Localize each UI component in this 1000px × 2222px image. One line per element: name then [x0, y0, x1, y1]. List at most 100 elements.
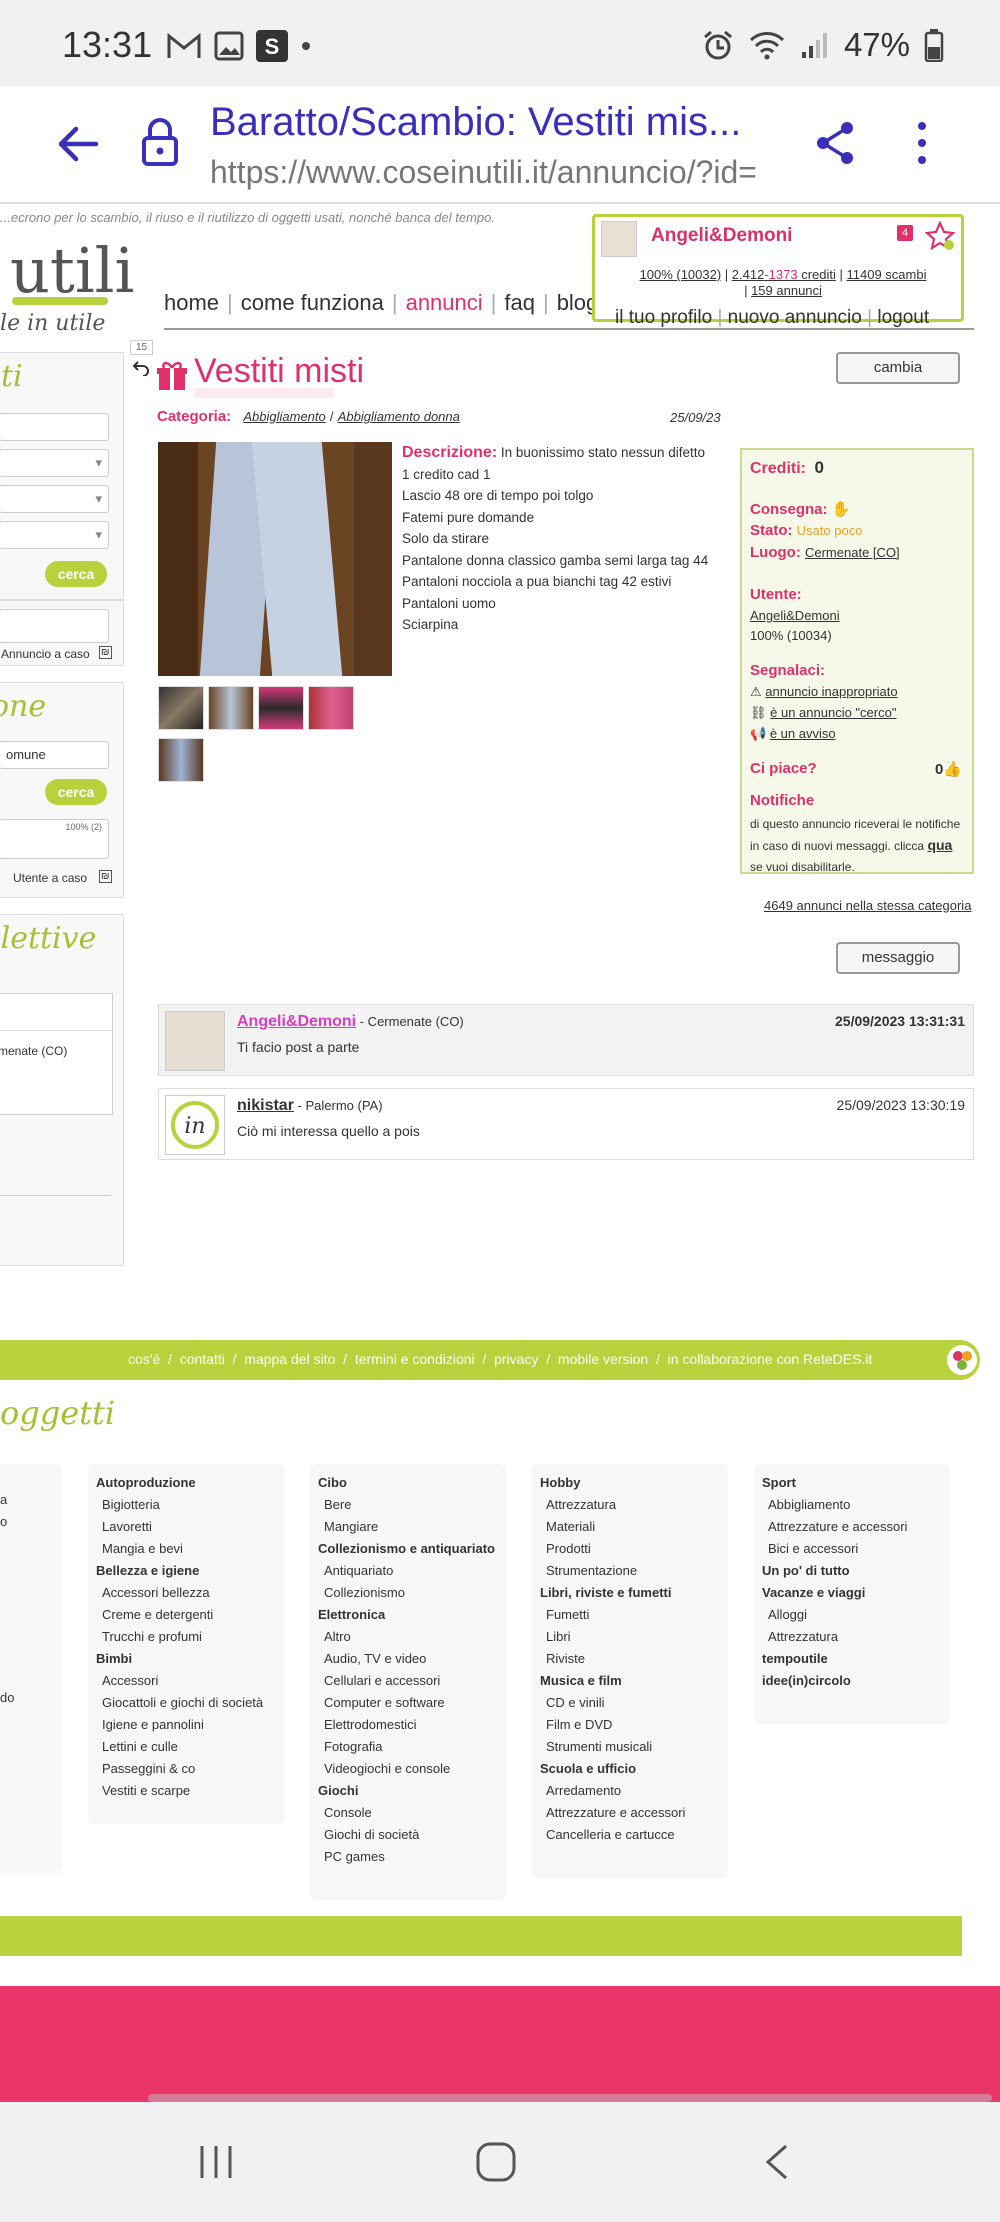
- ad-thumbnail[interactable]: [158, 738, 204, 782]
- category-item[interactable]: Collezionismo: [318, 1582, 498, 1604]
- category-item[interactable]: Attrezzatura: [540, 1494, 720, 1516]
- home-icon[interactable]: [474, 2140, 518, 2184]
- category-item[interactable]: Creme e detergenti: [96, 1604, 276, 1626]
- share-icon[interactable]: [814, 120, 856, 166]
- category-item[interactable]: Bici e accessori: [762, 1538, 942, 1560]
- category-item[interactable]: Cellulari e accessori: [318, 1670, 498, 1692]
- category-item[interactable]: Giocattoli e giochi di società: [96, 1692, 276, 1714]
- category-heading[interactable]: Un po' di tutto: [762, 1560, 942, 1582]
- random-user-link[interactable]: Utente a caso: [13, 871, 87, 885]
- category-item[interactable]: Lavoretti: [96, 1516, 276, 1538]
- category-item[interactable]: Vestiti e scarpe: [96, 1780, 276, 1802]
- category-item[interactable]: PC games: [318, 1846, 498, 1868]
- category-item[interactable]: Prodotti: [540, 1538, 720, 1560]
- dice-icon[interactable]: ₪: [99, 870, 112, 883]
- ad-thumbnail[interactable]: [308, 686, 354, 730]
- nav-come-funziona[interactable]: come funziona: [241, 290, 384, 316]
- logout-link[interactable]: logout: [877, 307, 929, 328]
- site-logo[interactable]: utili utile in utile: [0, 234, 134, 336]
- category-item[interactable]: Materiali: [540, 1516, 720, 1538]
- back-icon[interactable]: [762, 2142, 792, 2182]
- category-item[interactable]: Attrezzatura: [762, 1626, 942, 1648]
- category-item[interactable]: Elettrodomestici: [318, 1714, 498, 1736]
- category-heading[interactable]: Giochi: [318, 1780, 498, 1802]
- footer-link[interactable]: cos'è: [128, 1351, 160, 1367]
- category-item[interactable]: Film e DVD: [540, 1714, 720, 1736]
- retedes-logo-icon[interactable]: [946, 1344, 978, 1376]
- category-item[interactable]: Audio, TV e video: [318, 1648, 498, 1670]
- like-counter[interactable]: 0👍: [935, 760, 962, 778]
- category-item[interactable]: Riviste: [540, 1648, 720, 1670]
- random-user-field[interactable]: 100% (2): [0, 819, 109, 859]
- category-heading[interactable]: Hobby: [540, 1472, 720, 1494]
- dice-icon[interactable]: ₪: [99, 646, 112, 659]
- user-name[interactable]: Angeli&Demoni: [651, 225, 792, 247]
- random-ad-link[interactable]: Annuncio a caso: [1, 647, 90, 661]
- category-item[interactable]: Igiene e pannolini: [96, 1714, 276, 1736]
- category-heading[interactable]: Collezionismo e antiquariato: [318, 1538, 498, 1560]
- category-heading[interactable]: Elettronica: [318, 1604, 498, 1626]
- footer-link[interactable]: in collaborazione con ReteDES.it: [668, 1351, 873, 1367]
- category-heading[interactable]: Libri, riviste e fumetti: [540, 1582, 720, 1604]
- category-heading[interactable]: idee(in)circolo: [762, 1670, 942, 1692]
- location-link[interactable]: Cermenate [CO]: [805, 545, 900, 560]
- ad-thumbnail[interactable]: [158, 686, 204, 730]
- change-button[interactable]: cambia: [832, 352, 960, 384]
- category-item[interactable]: Fumetti: [540, 1604, 720, 1626]
- lock-icon[interactable]: [140, 116, 180, 168]
- category-heading[interactable]: Vacanze e viaggi: [762, 1582, 942, 1604]
- category-item[interactable]: Libri: [540, 1626, 720, 1648]
- category-item[interactable]: Lettini e culle: [96, 1736, 276, 1758]
- message-button[interactable]: messaggio: [832, 942, 960, 974]
- report-inappropriate[interactable]: ⚠ annuncio inappropriato: [750, 684, 898, 700]
- category-item[interactable]: Accessori: [96, 1670, 276, 1692]
- same-category-link[interactable]: 4649 annunci nella stessa categoria: [764, 898, 971, 913]
- horizontal-scrollbar[interactable]: [148, 2094, 992, 2102]
- message-avatar[interactable]: in: [165, 1095, 225, 1155]
- disable-notifications-link[interactable]: qua: [927, 837, 952, 853]
- favorite-star-icon[interactable]: [925, 221, 955, 251]
- category-item[interactable]: Trucchi e profumi: [96, 1626, 276, 1648]
- category-item[interactable]: Fotografia: [318, 1736, 498, 1758]
- category-item[interactable]: Strumentazione: [540, 1560, 720, 1582]
- category-item[interactable]: Console: [318, 1802, 498, 1824]
- message-author[interactable]: Angeli&Demoni: [237, 1013, 356, 1030]
- category-link[interactable]: Abbigliamento: [243, 409, 325, 424]
- category-select[interactable]: ▾: [0, 449, 109, 477]
- ad-thumbnail[interactable]: [208, 686, 254, 730]
- category-item[interactable]: Bere: [318, 1494, 498, 1516]
- nav-home[interactable]: home: [164, 290, 219, 316]
- notification-badge[interactable]: 4: [897, 225, 913, 241]
- footer-link[interactable]: contatti: [180, 1351, 225, 1367]
- user-search-button[interactable]: cerca: [45, 779, 107, 805]
- footer-link[interactable]: mobile version: [558, 1351, 648, 1367]
- category-item[interactable]: Abbigliamento: [762, 1494, 942, 1516]
- category-heading[interactable]: tempoutile: [762, 1648, 942, 1670]
- report-avviso[interactable]: 📢 è un avviso: [750, 726, 836, 742]
- back-arrow-icon[interactable]: [56, 122, 100, 166]
- category-item[interactable]: Antiquariato: [318, 1560, 498, 1582]
- report-cerco[interactable]: ⛓ è un annuncio "cerco": [750, 705, 896, 721]
- search-keyword-input[interactable]: [0, 413, 109, 441]
- random-ad-field[interactable]: [0, 609, 109, 643]
- nav-faq[interactable]: faq: [504, 290, 535, 316]
- profile-link[interactable]: il tuo profilo: [615, 307, 712, 328]
- category-heading[interactable]: Bimbi: [96, 1648, 276, 1670]
- browser-page-title[interactable]: Baratto/Scambio: Vestiti mis...: [210, 100, 741, 145]
- category-heading[interactable]: Musica e film: [540, 1670, 720, 1692]
- new-ad-link[interactable]: nuovo annuncio: [728, 307, 862, 328]
- category-item[interactable]: Passeggini & co: [96, 1758, 276, 1780]
- category-item[interactable]: Cancelleria e cartucce: [540, 1824, 720, 1846]
- ad-thumbnail[interactable]: [258, 686, 304, 730]
- category-item[interactable]: Accessori bellezza: [96, 1582, 276, 1604]
- category-item[interactable]: Bigiotteria: [96, 1494, 276, 1516]
- category-item[interactable]: CD e vinili: [540, 1692, 720, 1714]
- category-item[interactable]: Giochi di società: [318, 1824, 498, 1846]
- message-author[interactable]: nikistar: [237, 1097, 294, 1114]
- ad-owner-link[interactable]: Angeli&Demoni: [750, 608, 840, 623]
- user-annunci-link[interactable]: 159 annunci: [751, 283, 822, 298]
- category-item[interactable]: Computer e software: [318, 1692, 498, 1714]
- footer-link[interactable]: privacy: [494, 1351, 538, 1367]
- category-heading[interactable]: Cibo: [318, 1472, 498, 1494]
- user-scambi-link[interactable]: 11409 scambi: [847, 267, 927, 282]
